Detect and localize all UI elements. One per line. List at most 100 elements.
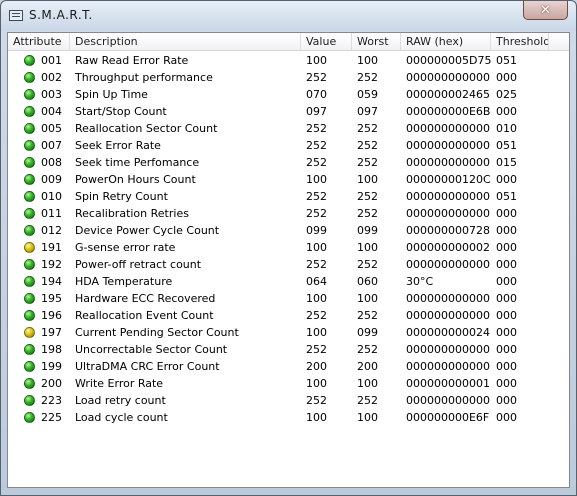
table-row[interactable]: 198 Uncorrectable Sector Count 252 252 00000… xyxy=(8,341,569,358)
value-cell: 097 xyxy=(306,105,327,118)
status-ok-icon xyxy=(24,276,35,287)
description-cell: Reallocation Event Count xyxy=(75,309,214,322)
column-header-description[interactable]: Description xyxy=(70,33,301,51)
worst-cell: 099 xyxy=(357,326,378,339)
attribute-id: 191 xyxy=(41,241,62,254)
attribute-id: 003 xyxy=(41,88,62,101)
title-bar[interactable]: S.M.A.R.T. ✕ xyxy=(1,1,576,31)
worst-cell: 252 xyxy=(357,258,378,271)
status-ok-icon xyxy=(24,344,35,355)
worst-cell: 252 xyxy=(357,156,378,169)
table-row[interactable]: 004 Start/Stop Count 097 097 000000000E6B 000 xyxy=(8,103,569,120)
value-cell: 252 xyxy=(306,190,327,203)
status-ok-icon xyxy=(24,123,35,134)
table-row[interactable]: 199 UltraDMA CRC Error Count 200 200 0000000… xyxy=(8,358,569,375)
table-row[interactable]: 002 Throughput performance 252 252 000000000… xyxy=(8,69,569,86)
table-row[interactable]: 195 Hardware ECC Recovered 100 100 000000000… xyxy=(8,290,569,307)
description-cell: Throughput performance xyxy=(75,71,213,84)
column-header-attribute[interactable]: Attribute xyxy=(8,33,70,51)
threshold-cell: 051 xyxy=(496,54,517,67)
table-row[interactable]: 003 Spin Up Time 070 059 000000002465 025 xyxy=(8,86,569,103)
worst-cell: 100 xyxy=(357,54,378,67)
threshold-cell: 000 xyxy=(496,377,517,390)
table-row[interactable]: 008 Seek time Perfomance 252 252 00000000000… xyxy=(8,154,569,171)
table-row[interactable]: 005 Reallocation Sector Count 252 252 000000… xyxy=(8,120,569,137)
worst-cell: 100 xyxy=(357,411,378,424)
value-cell: 200 xyxy=(306,360,327,373)
table-row[interactable]: 192 Power-off retract count 252 252 00000000… xyxy=(8,256,569,273)
attribute-cell: 191 xyxy=(8,239,70,256)
column-header-raw[interactable]: RAW (hex) xyxy=(401,33,491,51)
description-cell: Write Error Rate xyxy=(75,377,164,390)
worst-cell: 252 xyxy=(357,190,378,203)
raw-cell: 000000000000 xyxy=(406,360,490,373)
status-ok-icon xyxy=(24,412,35,423)
status-ok-icon xyxy=(24,89,35,100)
description-cell: Raw Read Error Rate xyxy=(75,54,189,67)
table-row[interactable]: 010 Spin Retry Count 252 252 000000000000 051 xyxy=(8,188,569,205)
column-header-value[interactable]: Value xyxy=(301,33,352,51)
raw-cell: 000000000002 xyxy=(406,241,490,254)
smart-attribute-list[interactable]: Attribute Description Value Worst RAW (h… xyxy=(7,32,570,488)
value-cell: 100 xyxy=(306,377,327,390)
threshold-cell: 000 xyxy=(496,292,517,305)
value-cell: 252 xyxy=(306,156,327,169)
attribute-cell: 003 xyxy=(8,86,70,103)
threshold-cell: 000 xyxy=(496,411,517,424)
description-cell: Uncorrectable Sector Count xyxy=(75,343,228,356)
attribute-id: 199 xyxy=(41,360,62,373)
raw-cell: 000000000E6F xyxy=(406,411,490,424)
threshold-cell: 000 xyxy=(496,241,517,254)
close-button[interactable]: ✕ xyxy=(523,1,568,20)
status-ok-icon xyxy=(24,106,35,117)
status-ok-icon xyxy=(24,310,35,321)
attribute-id: 198 xyxy=(41,343,62,356)
worst-cell: 100 xyxy=(357,173,378,186)
worst-cell: 100 xyxy=(357,377,378,390)
threshold-cell: 010 xyxy=(496,122,517,135)
raw-cell: 30°C xyxy=(406,275,434,288)
table-row[interactable]: 197 Current Pending Sector Count 100 099 000… xyxy=(8,324,569,341)
table-row[interactable]: 191 G-sense error rate 100 100 000000000002 0… xyxy=(8,239,569,256)
table-row[interactable]: 009 PowerOn Hours Count 100 100 00000000120C… xyxy=(8,171,569,188)
worst-cell: 252 xyxy=(357,207,378,220)
table-row[interactable]: 200 Write Error Rate 100 100 000000000001 000 xyxy=(8,375,569,392)
status-ok-icon xyxy=(24,378,35,389)
attribute-rows: 001 Raw Read Error Rate 100 100 000000005D75… xyxy=(8,52,569,426)
value-cell: 252 xyxy=(306,394,327,407)
description-cell: Device Power Cycle Count xyxy=(75,224,220,237)
attribute-id: 010 xyxy=(41,190,62,203)
status-ok-icon xyxy=(24,174,35,185)
description-cell: Power-off retract count xyxy=(75,258,202,271)
value-cell: 252 xyxy=(306,343,327,356)
status-ok-icon xyxy=(24,208,35,219)
table-row[interactable]: 196 Reallocation Event Count 252 252 0000000… xyxy=(8,307,569,324)
table-row[interactable]: 011 Recalibration Retries 252 252 0000000000… xyxy=(8,205,569,222)
table-row[interactable]: 225 Load cycle count 100 100 000000000E6F 000 xyxy=(8,409,569,426)
worst-cell: 252 xyxy=(357,139,378,152)
raw-cell: 000000000000 xyxy=(406,258,490,271)
attribute-cell: 196 xyxy=(8,307,70,324)
description-cell: Seek Error Rate xyxy=(75,139,161,152)
table-row[interactable]: 223 Load retry count 252 252 000000000000 000 xyxy=(8,392,569,409)
raw-cell: 000000000024 xyxy=(406,326,490,339)
threshold-cell: 025 xyxy=(496,88,517,101)
value-cell: 252 xyxy=(306,71,327,84)
table-row[interactable]: 001 Raw Read Error Rate 100 100 000000005D75… xyxy=(8,52,569,69)
status-ok-icon xyxy=(24,157,35,168)
column-header-threshold[interactable]: Threshold xyxy=(491,33,549,51)
column-header-worst[interactable]: Worst xyxy=(352,33,401,51)
value-cell: 099 xyxy=(306,224,327,237)
table-row[interactable]: 012 Device Power Cycle Count 099 099 0000000… xyxy=(8,222,569,239)
worst-cell: 200 xyxy=(357,360,378,373)
window-icon[interactable] xyxy=(9,10,23,21)
worst-cell: 252 xyxy=(357,122,378,135)
table-row[interactable]: 194 HDA Temperature 064 060 30°C 000 xyxy=(8,273,569,290)
threshold-cell: 000 xyxy=(496,207,517,220)
worst-cell: 097 xyxy=(357,105,378,118)
attribute-id: 194 xyxy=(41,275,62,288)
worst-cell: 060 xyxy=(357,275,378,288)
status-ok-icon xyxy=(24,225,35,236)
threshold-cell: 000 xyxy=(496,326,517,339)
table-row[interactable]: 007 Seek Error Rate 252 252 000000000000 051 xyxy=(8,137,569,154)
